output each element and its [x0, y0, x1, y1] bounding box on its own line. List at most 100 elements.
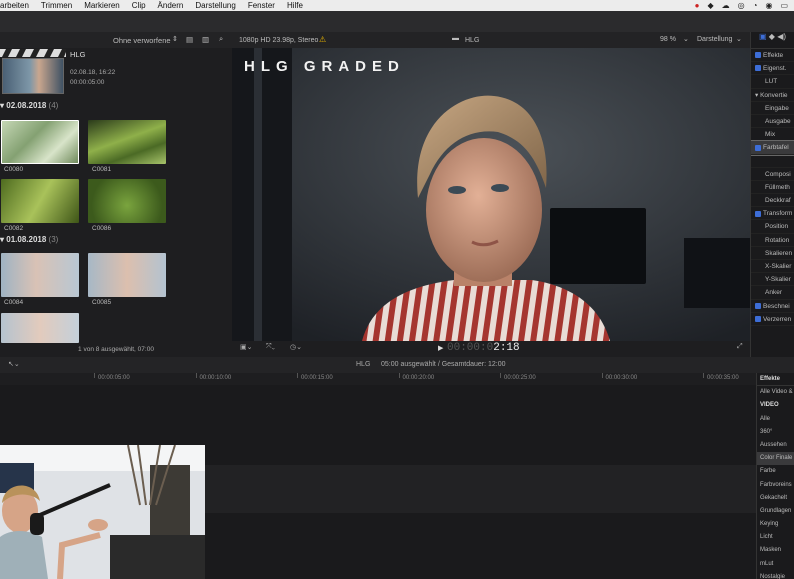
clip-thumbnail[interactable]	[1, 253, 79, 297]
inspector-row[interactable]: Effekte	[751, 49, 794, 63]
effects-category[interactable]: Color Finale	[757, 452, 794, 466]
effects-category[interactable]: Alle Video &	[757, 386, 794, 399]
effects-browser: Effekte Alle Video & VIDEO Alle 360° Aussehe…	[756, 373, 794, 579]
menu-item-hilfe[interactable]: Hilfe	[287, 1, 303, 10]
checkbox[interactable]	[755, 52, 761, 59]
inspector-row[interactable]: X-Skalier	[751, 260, 794, 274]
checkbox[interactable]	[755, 144, 761, 151]
event-duration: 00:00:05:00	[70, 79, 105, 86]
speed-tools-icon[interactable]: ◷⌄	[290, 343, 302, 351]
checkbox[interactable]	[755, 65, 761, 72]
display-icon[interactable]: ▭	[780, 1, 788, 10]
effects-category[interactable]: Alle	[757, 413, 794, 426]
effects-category[interactable]: Keying	[757, 518, 794, 531]
clip-thumbnail[interactable]	[88, 253, 166, 297]
video-inspector-icon[interactable]: ▣	[759, 32, 767, 41]
inspector-row[interactable]: Anker	[751, 286, 794, 300]
checkbox[interactable]	[755, 210, 761, 217]
inspector-row[interactable]: Verzerren	[751, 313, 794, 326]
effects-category[interactable]: Gekachelt	[757, 492, 794, 505]
inspector-row[interactable]: Y-Skalier	[751, 273, 794, 287]
effects-category[interactable]: mLut	[757, 558, 794, 571]
inspector-row[interactable]: Ausgabe	[751, 115, 794, 129]
webcam-overlay	[0, 445, 205, 579]
ruler-tick	[297, 373, 298, 378]
clip-thumbnail[interactable]	[88, 120, 166, 164]
menu-item-trimmen[interactable]: Trimmen	[41, 1, 72, 10]
inspector-row-label: Ausgabe	[765, 117, 791, 125]
clip-appearance-icon[interactable]: ▤	[186, 35, 193, 44]
wifi-icon[interactable]: ◔	[753, 1, 758, 10]
inspector-row-label: Rotation	[765, 236, 790, 244]
transform-tools-icon[interactable]: ▣⌄	[240, 343, 252, 351]
clip-thumbnail[interactable]	[1, 179, 79, 223]
effects-category[interactable]: Farbvoreins	[757, 479, 794, 492]
date-group-header[interactable]: ▾ 01.08.2018 (3)	[0, 235, 58, 244]
cloud-icon[interactable]: ☁	[722, 1, 730, 10]
effects-category[interactable]: Licht	[757, 531, 794, 544]
play-button[interactable]: ▶	[438, 344, 443, 352]
clip-thumbnail[interactable]	[1, 120, 79, 164]
audio-inspector-icon[interactable]: ◀)	[777, 32, 786, 41]
effects-category[interactable]: 360°	[757, 426, 794, 439]
view-dropdown[interactable]: Darstellung	[697, 36, 732, 43]
fullscreen-icon[interactable]: ⤢	[737, 343, 743, 351]
inspector-row[interactable]: Farbtafel	[751, 140, 794, 156]
ruler-tick	[500, 373, 501, 378]
checkbox[interactable]	[755, 302, 761, 309]
clip-name: C0085	[92, 299, 112, 306]
inspector-row[interactable]	[751, 155, 794, 168]
menu-item-darstellung[interactable]: Darstellung	[195, 1, 235, 10]
zoom-dropdown[interactable]: 98 %	[660, 36, 676, 43]
warning-icon[interactable]: ⚠	[319, 35, 326, 44]
timeline-area[interactable]	[0, 385, 756, 579]
inspector-row[interactable]: Beschnei	[751, 300, 794, 313]
effects-category[interactable]: Farbe	[757, 465, 794, 478]
inspector-row[interactable]: Eigenst.	[751, 62, 794, 76]
inspector-row[interactable]: Mix	[751, 128, 794, 142]
clip-name: C0082	[4, 225, 24, 232]
inspector-row[interactable]: Transform	[751, 207, 794, 221]
inspector-row[interactable]: ▾ Konvertie	[751, 89, 794, 102]
effects-category[interactable]: Grundlagen	[757, 505, 794, 518]
effects-category[interactable]: Nostalgie	[757, 571, 794, 579]
filter-dropdown[interactable]: Ohne verworfene	[113, 36, 171, 45]
viewer-toolbar: 1080p HD 23.98p, Stereo ⚠ ▬ HLG 98 % ⌄ D…	[232, 32, 750, 48]
record-icon[interactable]: ●	[695, 1, 700, 10]
ruler-tick	[94, 373, 95, 378]
clip-thumbnail[interactable]	[1, 313, 79, 343]
menu-bar: arbeiten Trimmen Markieren Clip Ändern D…	[0, 0, 794, 11]
search-icon[interactable]: ⌕	[219, 34, 223, 44]
notification-icon[interactable]: ◉	[765, 1, 772, 10]
inspector-row[interactable]: Composi	[751, 168, 794, 181]
inspector-row-label: Position	[765, 223, 789, 231]
event-thumbnail[interactable]	[2, 58, 64, 94]
clip-thumbnail[interactable]	[88, 179, 166, 223]
inspector-row[interactable]: LUT	[751, 75, 794, 89]
inspector-row[interactable]: Skalieren	[751, 247, 794, 260]
inspector-row[interactable]: Position	[751, 220, 794, 234]
menu-item-arbeiten[interactable]: arbeiten	[0, 1, 29, 10]
inspector-row[interactable]: Eingabe	[751, 102, 794, 115]
crop-tools-icon[interactable]: ⤧⌄	[266, 343, 275, 351]
creative-cloud-icon[interactable]: ◎	[738, 1, 745, 10]
inspector-row[interactable]: Rotation	[751, 234, 794, 247]
menu-item-clip[interactable]: Clip	[132, 1, 146, 10]
menu-item-aendern[interactable]: Ändern	[158, 1, 184, 10]
chevron-updown-icon: ⇕	[172, 36, 178, 43]
select-tool-icon[interactable]: ↖⌄	[8, 360, 20, 368]
color-inspector-icon[interactable]: ◆	[769, 32, 775, 41]
effects-category[interactable]: Masken	[757, 544, 794, 557]
filmstrip-icon[interactable]: ▥	[202, 35, 209, 44]
timeline-ruler[interactable]: 00:00:05:00 00:00:10:00 00:00:15:00 00:00:2…	[0, 373, 756, 385]
menu-item-markieren[interactable]: Markieren	[84, 1, 120, 10]
dropbox-icon[interactable]: ◆	[707, 1, 713, 10]
effects-category[interactable]: Aussehen	[757, 439, 794, 452]
viewer-canvas[interactable]: HLG GRADED	[232, 48, 750, 341]
checkbox[interactable]	[755, 316, 761, 323]
date-group-header[interactable]: ▾ 02.08.2018 (4)	[0, 101, 58, 110]
inspector-row[interactable]: Füllmeth	[751, 181, 794, 195]
inspector-row[interactable]: Deckkraf	[751, 194, 794, 208]
menu-item-fenster[interactable]: Fenster	[248, 1, 275, 10]
effects-category[interactable]: VIDEO	[757, 399, 794, 412]
